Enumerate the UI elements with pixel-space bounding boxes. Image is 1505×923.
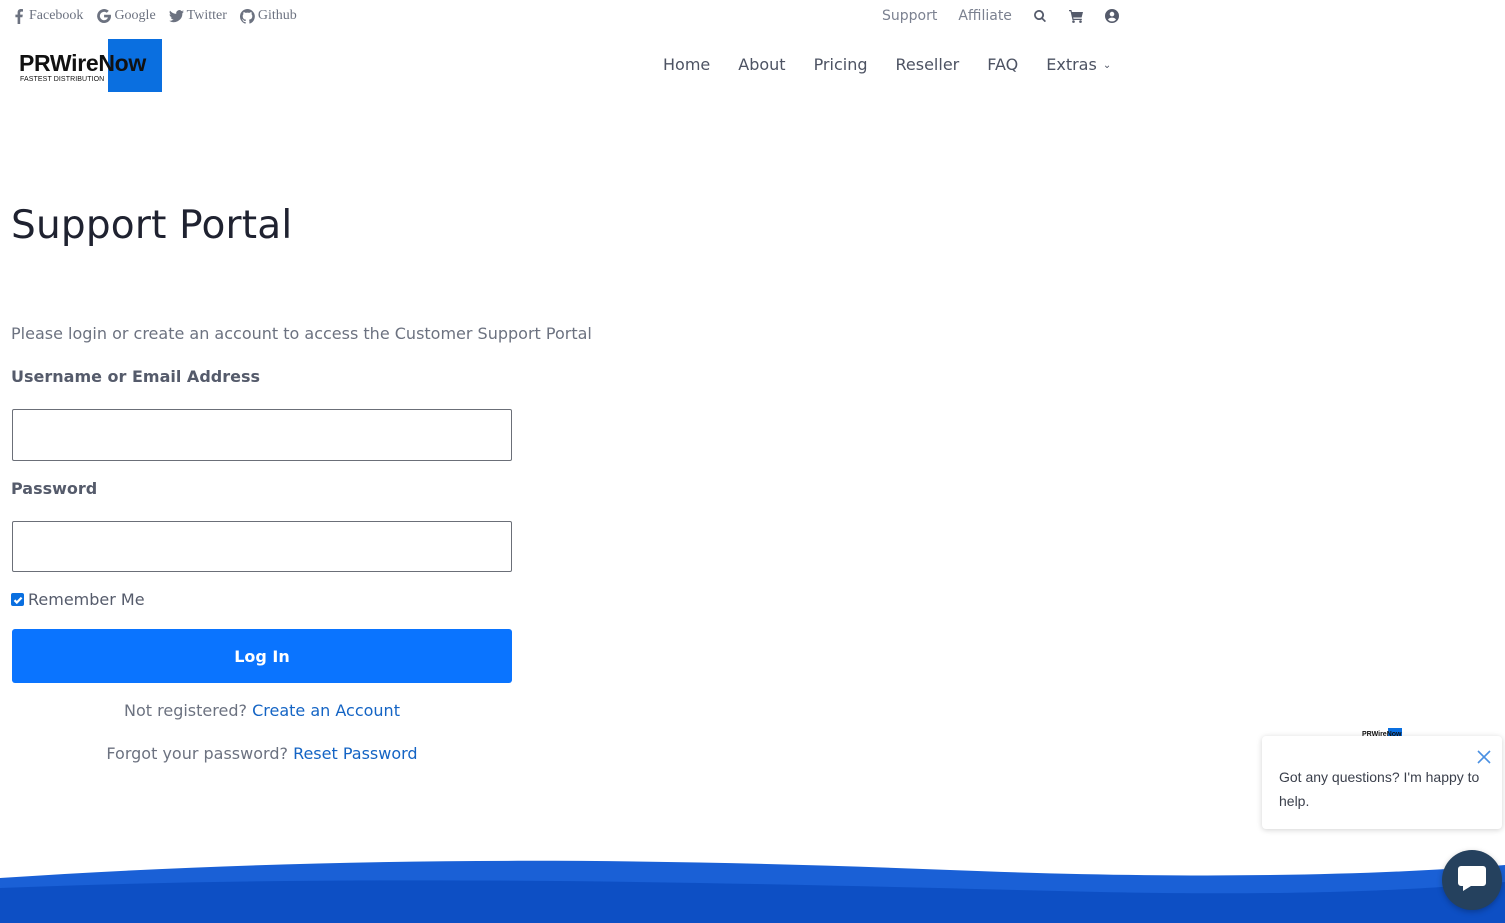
nav-extras-label: Extras xyxy=(1046,55,1097,74)
support-link[interactable]: Support xyxy=(882,8,937,24)
password-label: Password xyxy=(11,479,98,498)
register-line: Not registered? Create an Account xyxy=(12,701,512,720)
nav-about[interactable]: About xyxy=(738,55,785,74)
google-icon xyxy=(96,8,111,24)
password-input[interactable] xyxy=(12,521,512,572)
site-logo[interactable]: PRWireNow FASTEST DISTRIBUTION xyxy=(19,39,162,92)
twitter-link[interactable]: Twitter xyxy=(168,8,227,24)
user-circle-icon[interactable] xyxy=(1104,9,1119,23)
chat-popup[interactable]: Got any questions? I'm happy to help. xyxy=(1262,736,1502,829)
nav-home[interactable]: Home xyxy=(663,55,710,74)
google-label: Google xyxy=(114,8,156,23)
facebook-link[interactable]: Facebook xyxy=(11,8,83,24)
nav-reseller[interactable]: Reseller xyxy=(896,55,960,74)
forgot-password-text: Forgot your password? xyxy=(106,744,288,763)
username-label: Username or Email Address xyxy=(11,367,261,386)
login-button[interactable]: Log In xyxy=(12,629,512,683)
affiliate-link[interactable]: Affiliate xyxy=(958,8,1012,24)
remember-me[interactable]: Remember Me xyxy=(11,590,145,609)
create-account-link[interactable]: Create an Account xyxy=(252,701,400,720)
nav-pricing[interactable]: Pricing xyxy=(814,55,868,74)
page-title: Support Portal xyxy=(11,203,293,248)
logo-wordmark: PRWireNow xyxy=(19,50,147,76)
forgot-line: Forgot your password? Reset Password xyxy=(12,744,512,763)
twitter-label: Twitter xyxy=(186,8,227,23)
nav-faq[interactable]: FAQ xyxy=(987,55,1018,74)
logo-tagline: FASTEST DISTRIBUTION xyxy=(20,76,105,83)
chevron-down-icon: ⌄ xyxy=(1102,60,1112,71)
google-link[interactable]: Google xyxy=(96,8,156,24)
remember-me-label: Remember Me xyxy=(28,590,145,609)
intro-text: Please login or create an account to acc… xyxy=(11,324,592,343)
github-icon xyxy=(239,8,255,24)
twitter-icon xyxy=(168,8,184,24)
github-link[interactable]: Github xyxy=(239,8,297,24)
chat-bubble-icon xyxy=(1457,864,1487,896)
not-registered-text: Not registered? xyxy=(124,701,247,720)
top-bar: Facebook Google Twitter Github Support A… xyxy=(0,0,1505,34)
search-icon[interactable] xyxy=(1033,9,1047,23)
footer-wave xyxy=(0,860,1505,923)
social-links: Facebook Google Twitter Github xyxy=(11,8,310,24)
github-label: Github xyxy=(257,8,297,23)
nav-extras[interactable]: Extras ⌄ xyxy=(1046,55,1111,74)
reset-password-link[interactable]: Reset Password xyxy=(293,744,418,763)
remember-me-checkbox[interactable] xyxy=(11,593,24,606)
close-icon[interactable] xyxy=(1476,749,1492,765)
chat-launcher-button[interactable] xyxy=(1442,850,1502,910)
utility-links: Support Affiliate xyxy=(882,8,1141,24)
main-nav: Home About Pricing Reseller FAQ Extras ⌄ xyxy=(663,55,1111,74)
username-input[interactable] xyxy=(12,409,512,461)
cart-icon[interactable] xyxy=(1068,9,1083,23)
facebook-icon xyxy=(11,8,26,24)
chat-message: Got any questions? I'm happy to help. xyxy=(1279,769,1480,809)
facebook-label: Facebook xyxy=(29,8,84,23)
